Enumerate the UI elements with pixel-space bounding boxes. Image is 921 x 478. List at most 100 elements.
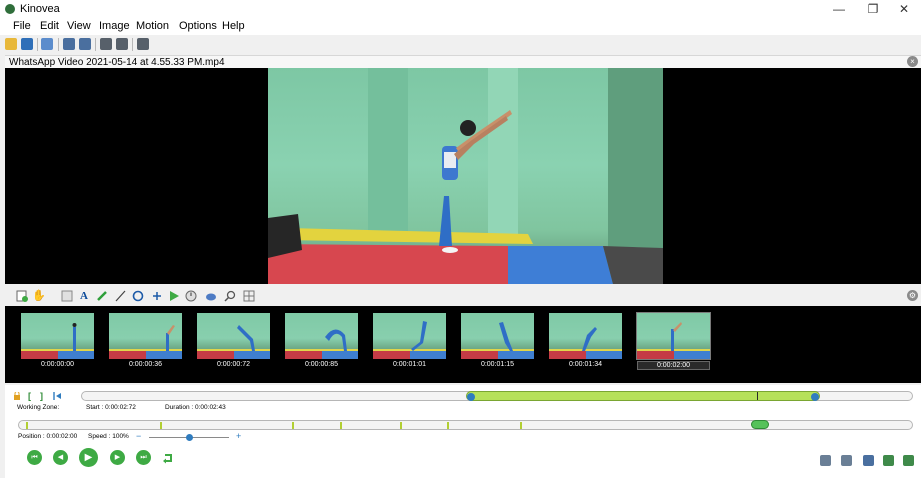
- menu-image[interactable]: Image: [99, 20, 130, 32]
- save-icon[interactable]: [21, 38, 33, 50]
- rafale-export-icon[interactable]: [841, 455, 852, 466]
- set-zone-end-button[interactable]: ]: [40, 391, 43, 401]
- window-title: Kinovea: [20, 3, 60, 15]
- browser-icon[interactable]: [41, 38, 53, 50]
- zone-start-handle[interactable]: [467, 393, 475, 401]
- spotlight-icon[interactable]: [205, 290, 217, 302]
- keyframe-strip: 0:00:00:00 0:00:00:36 0:00:00:72 0:00:00…: [5, 306, 921, 383]
- keyframe-thumbnail-selected[interactable]: [636, 312, 711, 360]
- paused-video-export-icon[interactable]: [883, 455, 894, 466]
- title-bar: Kinovea — ❐ ✕: [0, 0, 921, 18]
- keyframe-thumbnail[interactable]: [373, 313, 446, 359]
- toolbar-separator: [95, 38, 96, 51]
- menu-motion[interactable]: Motion: [136, 20, 169, 32]
- timeline-keyframe-tick: [160, 422, 162, 429]
- keyframe-thumbnail[interactable]: [109, 313, 182, 359]
- video-viewport[interactable]: [5, 68, 921, 284]
- keyframe-time: 0:00:01:34: [568, 361, 603, 368]
- file-name: WhatsApp Video 2021-05-14 at 4.55.33 PM.…: [9, 57, 225, 68]
- speed-increase-button[interactable]: +: [236, 431, 241, 441]
- menu-view[interactable]: View: [67, 20, 91, 32]
- working-zone-label: Working Zone:: [17, 404, 60, 411]
- keyframe-time: 0:00:00:36: [128, 361, 163, 368]
- speed-slider-knob[interactable]: [185, 434, 193, 441]
- restore-button[interactable]: ❐: [856, 0, 890, 18]
- angle-tool-icon[interactable]: [168, 290, 180, 302]
- chrono-icon[interactable]: [185, 290, 197, 302]
- player-controls: [ ] Working Zone: Start : 0:00:02:72 Dur…: [5, 385, 921, 478]
- cross-marker-icon[interactable]: [151, 290, 163, 302]
- comment-icon[interactable]: [61, 290, 73, 302]
- keyframe-thumbnail[interactable]: [21, 313, 94, 359]
- first-frame-button[interactable]: ⏮: [27, 450, 42, 465]
- keyframe-thumbnail[interactable]: [461, 313, 534, 359]
- text-tool-icon[interactable]: A: [80, 290, 88, 302]
- timeline-keyframe-tick: [340, 422, 342, 429]
- keyframe-time: 0:00:00:72: [216, 361, 251, 368]
- menu-options[interactable]: Options: [179, 20, 217, 32]
- keyframe-time: 0:00:01:15: [480, 361, 515, 368]
- keyframe-thumbnail[interactable]: [285, 313, 358, 359]
- lock-zone-icon[interactable]: [13, 392, 21, 400]
- keyframe-thumbnail[interactable]: [549, 313, 622, 359]
- drawing-settings-button[interactable]: ⚙: [907, 290, 918, 301]
- capture-single-icon[interactable]: [100, 38, 112, 50]
- zone-to-selection-icon[interactable]: [53, 392, 62, 400]
- set-zone-start-button[interactable]: [: [28, 391, 31, 401]
- drawing-toolbar: ✋ A ⚙: [5, 287, 921, 305]
- timeline-track[interactable]: [18, 420, 913, 430]
- keyframe-time-selected: 0:00:02:00: [637, 361, 710, 370]
- timeline-keyframe-tick: [520, 422, 522, 429]
- single-player-icon[interactable]: [63, 38, 75, 50]
- dual-player-icon[interactable]: [79, 38, 91, 50]
- capture-dual-icon[interactable]: [116, 38, 128, 50]
- keyframe-time: 0:00:00:00: [40, 361, 75, 368]
- video-export-icon[interactable]: [863, 455, 874, 466]
- timeline-keyframe-tick: [400, 422, 402, 429]
- timeline-keyframe-tick: [26, 422, 28, 429]
- menu-edit[interactable]: Edit: [40, 20, 59, 32]
- working-zone-range[interactable]: [466, 391, 820, 401]
- video-scene: [268, 68, 663, 284]
- play-button[interactable]: ▶: [79, 448, 98, 467]
- zone-start-text: Start : 0:00:02:72: [86, 404, 136, 411]
- close-button[interactable]: ✕: [887, 0, 921, 18]
- zone-position-marker: [757, 392, 758, 400]
- kinovea-window: Kinovea — ❐ ✕ File Edit View Image Motio…: [0, 0, 921, 478]
- toolbar-separator: [132, 38, 133, 51]
- grid-icon[interactable]: [243, 290, 255, 302]
- zone-duration-text: Duration : 0:00:02:43: [165, 404, 226, 411]
- menu-file[interactable]: File: [13, 20, 31, 32]
- line-tool-icon[interactable]: [114, 290, 126, 302]
- magnifier-icon[interactable]: [224, 290, 236, 302]
- menu-help[interactable]: Help: [222, 20, 245, 32]
- position-text: Position : 0:00:02:00: [18, 433, 78, 440]
- timeline-keyframe-tick: [447, 422, 449, 429]
- next-frame-button[interactable]: ▶: [110, 450, 125, 465]
- open-folder-icon[interactable]: [5, 38, 17, 50]
- pencil-icon[interactable]: [96, 290, 108, 302]
- file-header: WhatsApp Video 2021-05-14 at 4.55.33 PM.…: [5, 55, 921, 68]
- kinovea-logo-icon: [5, 4, 15, 14]
- speed-decrease-button[interactable]: −: [136, 431, 141, 441]
- zone-end-handle[interactable]: [811, 393, 819, 401]
- previous-frame-button[interactable]: ◀: [53, 450, 68, 465]
- video-frame: [268, 68, 663, 284]
- snapshot-icon[interactable]: [820, 455, 831, 466]
- main-toolbar: [0, 35, 921, 54]
- keyframe-time: 0:00:00:85: [304, 361, 339, 368]
- hand-tool-icon[interactable]: ✋: [32, 290, 46, 302]
- timeline-cursor[interactable]: [751, 420, 769, 429]
- speed-text: Speed : 100%: [88, 433, 129, 440]
- toolbar-separator: [37, 38, 38, 51]
- circle-tool-icon[interactable]: [132, 290, 144, 302]
- last-frame-button[interactable]: ⏭: [136, 450, 151, 465]
- loop-icon[interactable]: [162, 452, 174, 464]
- add-keyframe-icon[interactable]: [16, 290, 28, 302]
- minimize-button[interactable]: —: [822, 0, 856, 18]
- keyframe-time: 0:00:01:01: [392, 361, 427, 368]
- side-by-side-export-icon[interactable]: [903, 455, 914, 466]
- close-file-button[interactable]: ×: [907, 56, 918, 67]
- keyframe-thumbnail[interactable]: [197, 313, 270, 359]
- capture-player-icon[interactable]: [137, 38, 149, 50]
